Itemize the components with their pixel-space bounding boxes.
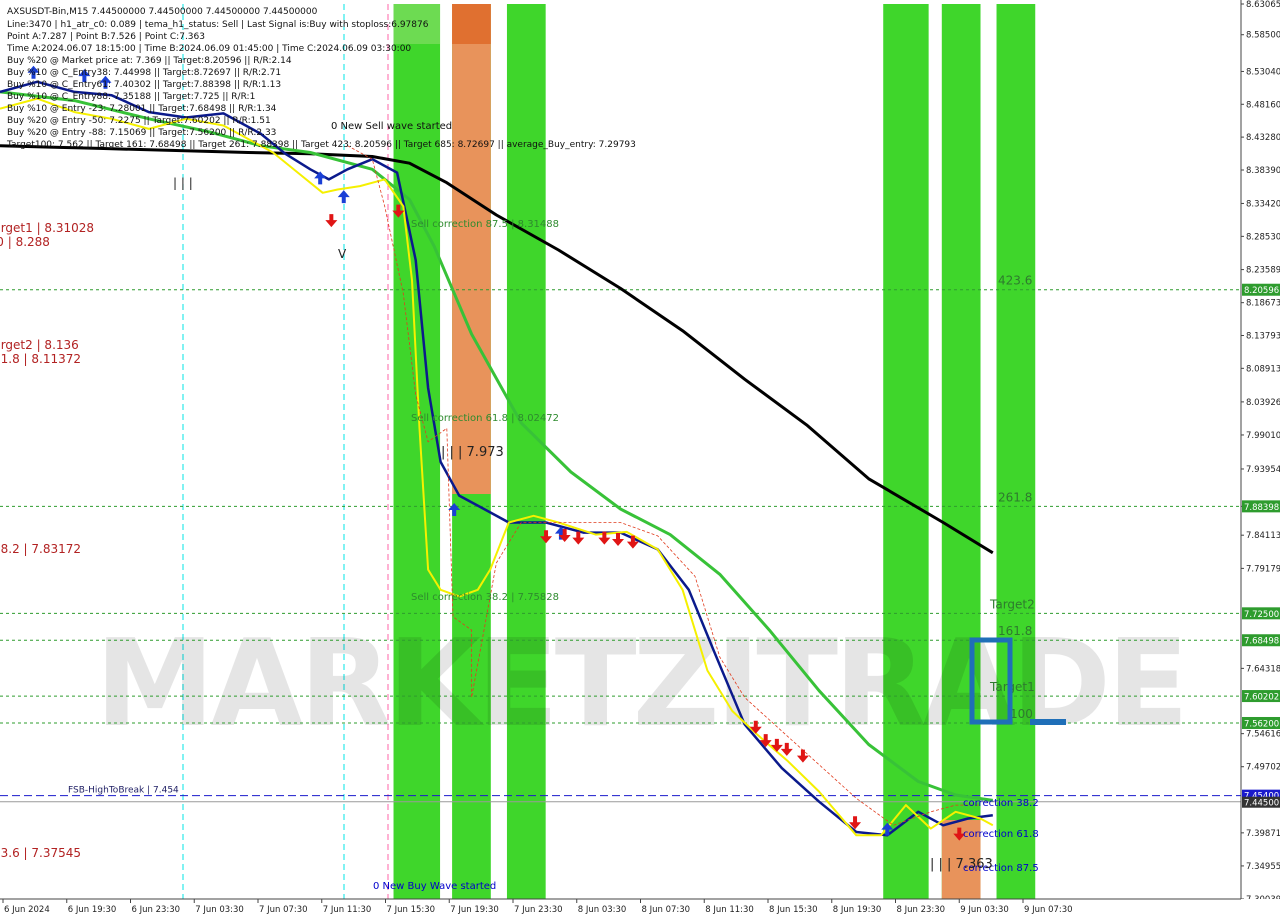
target-box-tick <box>1030 719 1066 725</box>
time-label-15: 9 Jun 03:30 <box>960 905 1009 915</box>
price-tick-label-0: 8.63065 <box>1246 0 1280 10</box>
info-line-2: Point A:7.287 | Point B:7.526 | Point C:… <box>7 32 205 42</box>
price-tick-label-2: 8.53040 <box>1246 67 1280 77</box>
price-tick-label-4: 8.43280 <box>1246 133 1280 143</box>
annotation-point-c: | | | 7.363 <box>930 857 993 872</box>
price-tick-label-7: 8.28530 <box>1246 232 1280 242</box>
left-label-target2: Target2 | 8.136 <box>0 338 79 352</box>
time-label-10: 8 Jun 07:30 <box>642 905 691 915</box>
axis-level-label-2: 7.72500 <box>1244 610 1279 620</box>
price-tick-label-6: 8.33420 <box>1246 199 1280 209</box>
price-tick-label-17: 7.79179 <box>1246 564 1280 574</box>
axis-level-label-5: 7.56200 <box>1244 719 1279 729</box>
left-label-target1: Target1 | 8.31028 <box>0 221 94 235</box>
price-tick-label-24: 7.49702 <box>1246 763 1280 773</box>
price-chart: MARKETZITRADE 8.20596423.67.88398261.87.… <box>0 0 1280 920</box>
time-label-11: 8 Jun 11:30 <box>705 905 754 915</box>
time-label-2: 6 Jun 23:30 <box>132 905 181 915</box>
info-line-4: Buy %20 @ Market price at: 7.369 || Targ… <box>7 56 292 66</box>
info-line-7: Buy %10 @ C_Entry88: 7.35188 || Target:7… <box>7 92 255 102</box>
annotation-sell-correction-61: Sell correction 61.8 | 8.02472 <box>411 413 559 424</box>
fsb-high-label: FSB-HighToBreak | 7.454 <box>68 786 179 796</box>
left-label-23: 23.6 | 7.37545 <box>0 846 81 860</box>
price-tick-label-5: 8.38390 <box>1246 166 1280 176</box>
time-label-4: 7 Jun 07:30 <box>259 905 308 915</box>
price-tick-label-14: 7.93954 <box>1246 465 1280 475</box>
time-label-7: 7 Jun 19:30 <box>450 905 499 915</box>
info-line-1: Line:3470 | h1_atr_c0: 0.089 | tema_h1_s… <box>7 20 429 30</box>
axis-level-label-1: 7.88398 <box>1244 503 1279 513</box>
axis-current-label: 7.44500 <box>1244 799 1279 809</box>
info-line-0: AXSUSDT-Bin,M15 7.44500000 7.44500000 7.… <box>7 7 318 17</box>
zone-0 <box>393 4 441 899</box>
time-label-1: 6 Jun 19:30 <box>68 905 117 915</box>
axis-level-label-0: 8.20596 <box>1244 286 1279 296</box>
level-text-1: 261.8 <box>998 490 1032 504</box>
annotation-sell-correction-38: Sell correction 38.2 | 7.75828 <box>411 592 559 603</box>
left-label-61: 61.8 | 8.11372 <box>0 352 81 366</box>
time-label-13: 8 Jun 19:30 <box>833 905 882 915</box>
time-label-8: 7 Jun 23:30 <box>514 905 563 915</box>
time-label-9: 8 Jun 03:30 <box>578 905 627 915</box>
level-text-2: Target2 <box>989 597 1035 611</box>
annotation-v: V <box>338 247 347 261</box>
annotation-correction-38: correction 38.2 <box>963 798 1039 809</box>
time-label-3: 7 Jun 03:30 <box>195 905 244 915</box>
annotation-sell-correction-87: Sell correction 87.5 | 8.31488 <box>411 219 559 230</box>
price-tick-label-12: 8.03926 <box>1246 398 1280 408</box>
chart-svg: MARKETZITRADE 8.20596423.67.88398261.87.… <box>0 0 1280 920</box>
time-label-12: 8 Jun 15:30 <box>769 905 818 915</box>
price-tick-label-11: 8.08913 <box>1246 364 1280 374</box>
left-label-38: 38.2 | 7.83172 <box>0 542 81 556</box>
annotation-bars-left: | | | <box>173 176 193 190</box>
price-tick-label-27: 7.39871 <box>1246 829 1280 839</box>
info-line-9: Buy %20 @ Entry -50: 7.2275 || Target:7.… <box>7 116 271 126</box>
price-tick-label-20: 7.64318 <box>1246 664 1280 674</box>
time-label-14: 8 Jun 23:30 <box>897 905 946 915</box>
price-tick-label-28: 7.34955 <box>1246 862 1280 872</box>
zone-3 <box>883 4 929 899</box>
info-line-3: Time A:2024.06.07 18:15:00 | Time B:2024… <box>6 44 411 54</box>
level-text-3: 161.8 <box>998 624 1032 638</box>
price-tick-label-13: 7.99010 <box>1246 431 1280 441</box>
price-tick-label-1: 8.58500 <box>1246 31 1280 41</box>
info-line-10: Buy %20 @ Entry -88: 7.15069 || Target:7… <box>7 128 276 138</box>
price-tick-label-10: 8.13793 <box>1246 332 1280 342</box>
info-line-11: Target100: 7.562 || Target 161: 7.68498 … <box>6 140 636 150</box>
zone-orange-top-1 <box>452 4 491 44</box>
price-tick-label-23: 7.54616 <box>1246 730 1280 740</box>
zone-4 <box>941 4 981 899</box>
annotation-point-b: | | | 7.973 <box>441 445 504 460</box>
zone-5 <box>996 4 1036 899</box>
price-tick-label-9: 8.18673 <box>1246 299 1280 309</box>
time-label-5: 7 Jun 11:30 <box>323 905 372 915</box>
zone-2 <box>506 4 546 899</box>
price-tick-label-8: 8.23589 <box>1246 266 1280 276</box>
axis-level-label-4: 7.60202 <box>1244 693 1279 703</box>
info-line-6: Buy %10 @ C_Entry61: 7.40302 || Target:7… <box>7 80 281 90</box>
info-line-5: Buy %10 @ C_Entry38: 7.44998 || Target:8… <box>7 68 281 78</box>
time-label-16: 9 Jun 07:30 <box>1024 905 1073 915</box>
annotation-new-buy-wave: 0 New Buy Wave started <box>373 881 496 892</box>
level-text-0: 423.6 <box>998 274 1032 288</box>
time-label-0: 6 Jun 2024 <box>4 905 50 915</box>
level-text-5: 100 <box>1010 707 1033 721</box>
info-line-8: Buy %10 @ Entry -23: 7.28001 || Target:7… <box>7 104 277 114</box>
price-tick-label-16: 7.84113 <box>1246 531 1280 541</box>
annotation-correction-61: correction 61.8 <box>963 829 1039 840</box>
annotation-new-sell-wave: 0 New Sell wave started <box>331 121 452 132</box>
price-tick-label-3: 8.48160 <box>1246 100 1280 110</box>
left-label-100: 100 | 8.288 <box>0 235 50 249</box>
time-label-6: 7 Jun 15:30 <box>387 905 436 915</box>
axis-level-label-3: 7.68498 <box>1244 637 1279 647</box>
